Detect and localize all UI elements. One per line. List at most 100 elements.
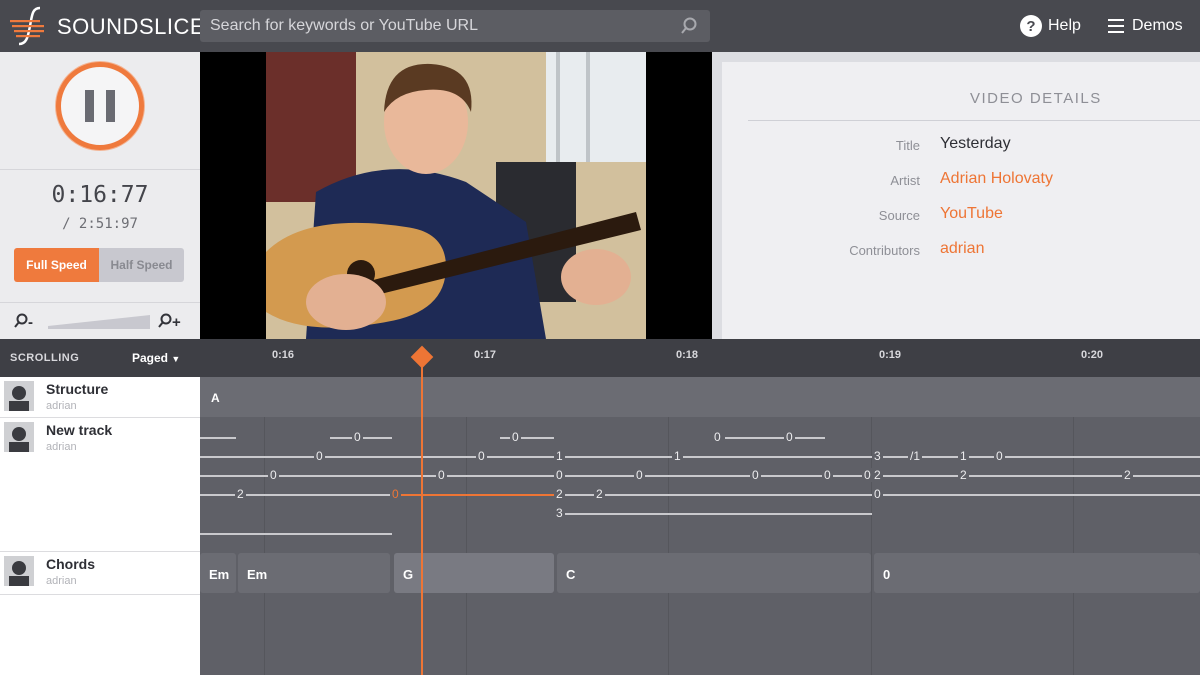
contributors-label: Contributors — [849, 243, 920, 258]
track-list: Structure adrian New track adrian Chords… — [0, 377, 200, 675]
time-tick: 0:18 — [676, 349, 699, 361]
fret-number[interactable]: 2 — [235, 487, 246, 501]
track-new-track[interactable]: New track adrian — [0, 418, 200, 552]
zoom-out-button[interactable]: - — [14, 313, 33, 331]
track-user: adrian — [46, 400, 77, 412]
string-line — [200, 475, 1200, 477]
fret-number[interactable]: 0 — [634, 468, 645, 482]
search-input[interactable] — [200, 10, 710, 42]
scrolling-header: SCROLLING Paged ▼ — [0, 339, 200, 377]
fret-number[interactable]: 0 — [476, 449, 487, 463]
notation-grid[interactable]: A 0 0 0 0 0 0 1 1 3 /1 1 0 0 0 0 0 0 0 0… — [200, 377, 1200, 675]
chord-block[interactable]: C — [557, 553, 871, 593]
time-tick: 0:16 — [272, 349, 295, 361]
fret-number[interactable]: 0 — [784, 430, 795, 444]
fret-number-active[interactable]: 0 — [390, 487, 401, 501]
string-line — [200, 437, 236, 439]
search-icon[interactable] — [680, 17, 698, 35]
pause-icon — [85, 90, 94, 122]
contributor-link[interactable]: adrian — [940, 240, 984, 258]
fret-number[interactable]: 0 — [872, 487, 883, 501]
track-user: adrian — [46, 575, 77, 587]
string-line — [200, 456, 1200, 458]
question-icon: ? — [1020, 15, 1042, 37]
fret-number[interactable]: 1 — [672, 449, 683, 463]
help-button[interactable]: ? Help — [1020, 15, 1081, 37]
fret-number[interactable]: 2 — [872, 468, 883, 482]
fret-number[interactable]: 0 — [510, 430, 521, 444]
video-image — [266, 52, 646, 339]
play-area — [0, 52, 200, 170]
scrolling-mode-dropdown[interactable]: Paged ▼ — [132, 351, 180, 365]
fret-number[interactable]: /1 — [908, 449, 923, 463]
structure-row[interactable]: A — [200, 377, 1200, 417]
video-player[interactable] — [200, 52, 712, 339]
fret-number[interactable]: 1 — [554, 449, 565, 463]
avatar — [4, 422, 34, 452]
speed-toggle: Full Speed Half Speed — [14, 248, 184, 282]
chord-block[interactable]: Em — [238, 553, 390, 593]
chord-block-selected[interactable]: G — [394, 553, 554, 593]
track-structure[interactable]: Structure adrian — [0, 377, 200, 418]
half-speed-button[interactable]: Half Speed — [99, 248, 184, 282]
demos-menu-button[interactable]: Demos — [1108, 15, 1183, 37]
fret-number[interactable]: 2 — [1122, 468, 1133, 482]
scrolling-label: SCROLLING — [10, 352, 80, 364]
title-value: Yesterday — [940, 135, 1011, 152]
video-frame — [266, 52, 646, 339]
player-panel: 0:16:77 / 2:51:97 Full Speed Half Speed … — [0, 52, 200, 339]
title-label: Title — [895, 138, 920, 153]
fret-number[interactable]: 0 — [436, 468, 447, 482]
time-tick: 0:19 — [879, 349, 902, 361]
current-time: 0:16:77 — [51, 182, 149, 208]
full-speed-button[interactable]: Full Speed — [14, 248, 99, 282]
time-tick: 0:17 — [474, 349, 497, 361]
video-details-panel: VIDEO DETAILS Title Yesterday Artist Adr… — [712, 52, 1200, 339]
track-user: adrian — [46, 441, 77, 453]
string-line — [200, 494, 396, 496]
string-line — [200, 533, 392, 535]
fret-number[interactable]: 3 — [554, 506, 565, 520]
track-name: Structure — [46, 381, 109, 397]
logo-icon — [10, 6, 44, 46]
track-name: New track — [46, 422, 113, 438]
fret-number[interactable]: 3 — [872, 449, 883, 463]
fret-number[interactable]: 0 — [352, 430, 363, 444]
chord-block[interactable]: Em — [200, 553, 236, 593]
fret-number[interactable]: 2 — [958, 468, 969, 482]
fret-number[interactable]: 2 — [554, 487, 565, 501]
soundslice-logo[interactable]: SOUNDSLICE — [10, 6, 205, 46]
source-label: Source — [878, 208, 920, 223]
fret-number[interactable]: 0 — [712, 430, 723, 444]
caret-down-icon: ▼ — [171, 354, 181, 364]
avatar — [4, 381, 34, 411]
magnifier-icon — [158, 313, 172, 328]
source-link[interactable]: YouTube — [940, 205, 1003, 223]
timeline-ruler[interactable]: 0:16 0:17 0:18 0:19 0:20 — [200, 339, 1200, 377]
artist-link[interactable]: Adrian Holovaty — [940, 170, 1053, 188]
fret-number[interactable]: 0 — [822, 468, 833, 482]
fret-number[interactable]: 2 — [594, 487, 605, 501]
fret-number[interactable]: 0 — [554, 468, 565, 482]
fret-number[interactable]: 0 — [994, 449, 1005, 463]
pause-button[interactable] — [56, 62, 144, 150]
time-tick: 0:20 — [1081, 349, 1104, 361]
zoom-in-button[interactable]: + — [158, 313, 181, 331]
section-marker: A — [211, 391, 220, 405]
fret-number[interactable]: 1 — [958, 449, 969, 463]
track-name: Chords — [46, 556, 95, 572]
chord-block[interactable]: 0 — [874, 553, 1200, 593]
divider — [748, 120, 1200, 121]
zoom-controls: - + — [0, 302, 200, 339]
help-label: Help — [1048, 17, 1081, 34]
demos-label: Demos — [1132, 17, 1183, 34]
fret-number[interactable]: 0 — [750, 468, 761, 482]
zoom-slider[interactable] — [48, 313, 150, 329]
playhead[interactable] — [421, 358, 423, 675]
string-line — [556, 513, 872, 515]
fret-number[interactable]: 0 — [314, 449, 325, 463]
track-chords[interactable]: Chords adrian — [0, 552, 200, 595]
avatar — [4, 556, 34, 586]
fret-number[interactable]: 0 — [268, 468, 279, 482]
details-heading: VIDEO DETAILS — [970, 90, 1102, 107]
